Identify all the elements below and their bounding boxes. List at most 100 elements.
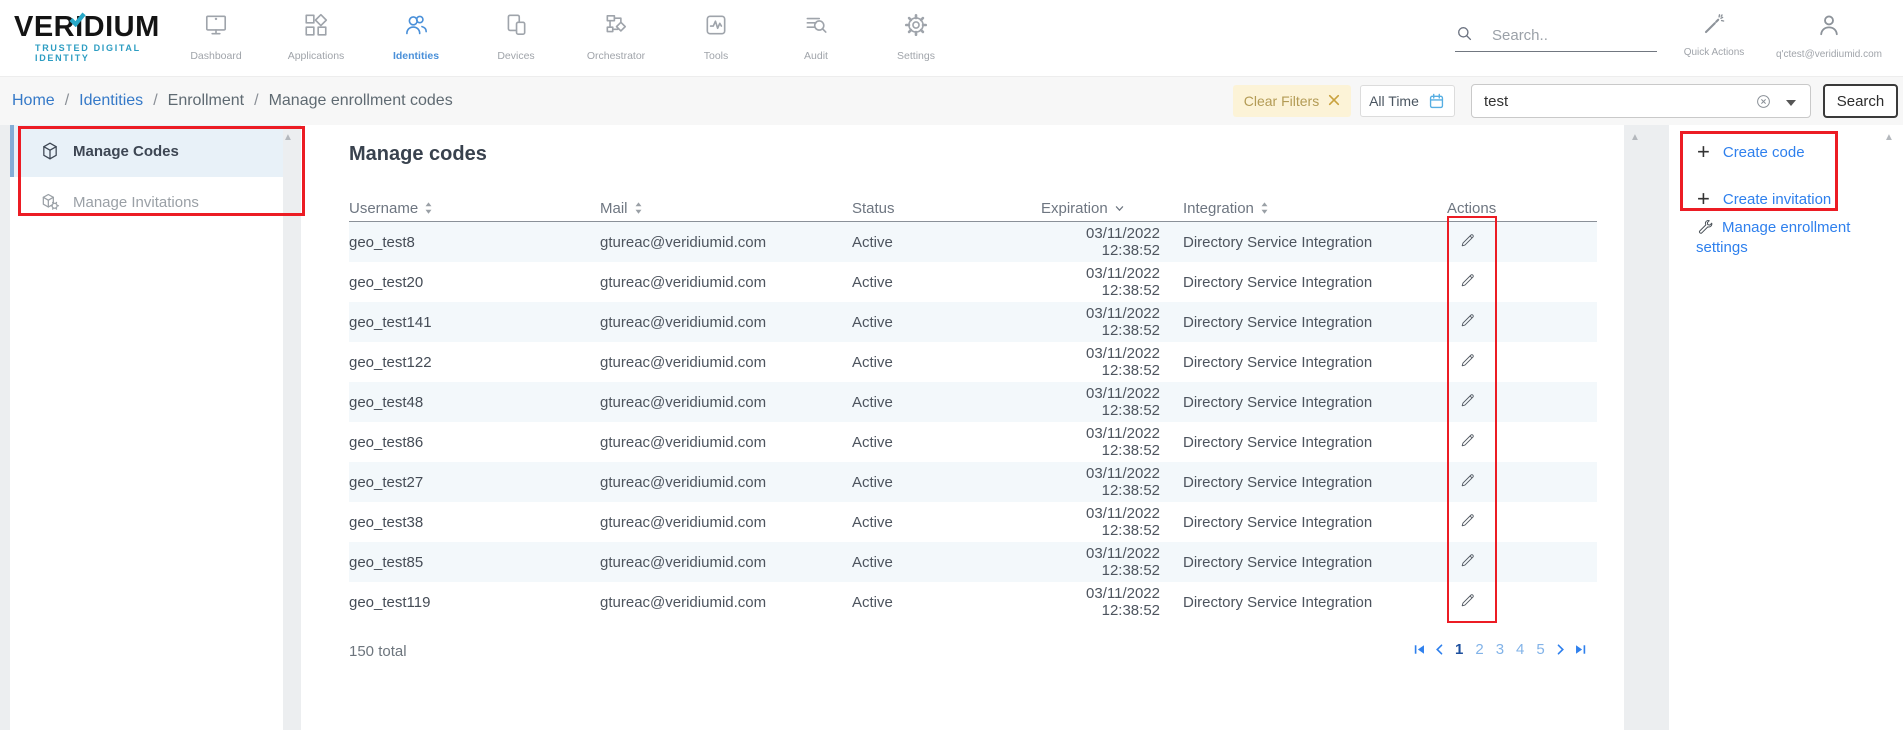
- scroll-up-arrow[interactable]: ▲: [1884, 132, 1894, 143]
- edit-pencil-icon[interactable]: [1459, 472, 1476, 489]
- user-icon: [1816, 12, 1842, 43]
- edit-pencil-icon[interactable]: [1459, 272, 1476, 289]
- first-page-button[interactable]: [1413, 643, 1426, 656]
- page-number-2[interactable]: 2: [1473, 641, 1485, 658]
- brand-logo[interactable]: VERIDIUM TRUSTED DIGITAL IDENTITY: [14, 12, 174, 63]
- plus-icon: +: [1697, 142, 1710, 162]
- column-header-mail[interactable]: Mail: [600, 200, 852, 217]
- cell-mail: gtureac@veridiumid.com: [600, 554, 852, 571]
- close-icon: [1328, 93, 1340, 109]
- sidebar-item-manage-codes[interactable]: Manage Codes: [10, 125, 283, 177]
- breadcrumb: Home/Identities/Enrollment/Manage enroll…: [12, 77, 453, 125]
- table-row: geo_test119gtureac@veridiumid.comActive0…: [349, 582, 1597, 622]
- next-page-button[interactable]: [1554, 643, 1567, 656]
- cell-username: geo_test119: [349, 594, 600, 611]
- last-page-button[interactable]: [1574, 643, 1587, 656]
- column-header-integration[interactable]: Integration: [1183, 200, 1447, 217]
- table-row: geo_test48gtureac@veridiumid.comActive03…: [349, 382, 1597, 422]
- breadcrumb-item-home[interactable]: Home: [12, 92, 55, 110]
- nav-item-applications[interactable]: Applications: [266, 0, 366, 77]
- column-header-status: Status: [852, 200, 1041, 217]
- cell-username: geo_test48: [349, 394, 600, 411]
- column-header-actions: Actions: [1447, 200, 1597, 217]
- edit-pencil-icon[interactable]: [1459, 312, 1476, 329]
- cell-username: geo_test38: [349, 514, 600, 531]
- cell-integration: Directory Service Integration: [1183, 474, 1447, 491]
- column-label: Status: [852, 200, 895, 217]
- edit-pencil-icon[interactable]: [1459, 512, 1476, 529]
- cell-mail: gtureac@veridiumid.com: [600, 234, 852, 251]
- global-search-input[interactable]: [1492, 27, 1642, 44]
- left-sidebar: Manage Codes Manage Invitations: [10, 125, 283, 730]
- main-panel: Manage codes UsernameMailStatusExpiratio…: [301, 125, 1624, 730]
- edit-pencil-icon[interactable]: [1459, 552, 1476, 569]
- sort-both-icon: [634, 201, 643, 215]
- cell-integration: Directory Service Integration: [1183, 274, 1447, 291]
- nav-item-orchestrator[interactable]: Orchestrator: [566, 0, 666, 77]
- clear-input-icon[interactable]: [1755, 93, 1772, 110]
- create-invitation-link[interactable]: +Create invitation: [1697, 189, 1831, 209]
- cell-username: geo_test122: [349, 354, 600, 371]
- orchestrator-icon: [603, 12, 629, 43]
- column-header-username[interactable]: Username: [349, 200, 600, 217]
- identities-icon: [403, 12, 429, 43]
- plus-icon: +: [1697, 189, 1710, 209]
- create-code-link[interactable]: +Create code: [1697, 142, 1805, 162]
- cell-integration: Directory Service Integration: [1183, 514, 1447, 531]
- codes-table: UsernameMailStatusExpirationIntegrationA…: [349, 195, 1597, 622]
- manage-enrollment-settings-link[interactable]: Manage enrollment settings: [1696, 215, 1862, 258]
- nav-item-dashboard[interactable]: Dashboard: [166, 0, 266, 77]
- nav-label: Tools: [704, 50, 729, 62]
- search-button[interactable]: Search: [1823, 84, 1898, 118]
- total-count: 150 total: [349, 643, 407, 660]
- page-number-1[interactable]: 1: [1453, 641, 1465, 658]
- nav-item-audit[interactable]: Audit: [766, 0, 866, 77]
- nav-item-settings[interactable]: Settings: [866, 0, 966, 77]
- cell-mail: gtureac@veridiumid.com: [600, 274, 852, 291]
- page-number-4[interactable]: 4: [1514, 641, 1526, 658]
- scroll-up-arrow[interactable]: ▲: [1630, 132, 1640, 143]
- scroll-up-arrow[interactable]: ▲: [283, 132, 293, 143]
- clear-filters-button[interactable]: Clear Filters: [1233, 85, 1351, 117]
- page-number-3[interactable]: 3: [1494, 641, 1506, 658]
- quick-actions-label: Quick Actions: [1684, 47, 1745, 58]
- edit-pencil-icon[interactable]: [1459, 432, 1476, 449]
- dashboard-icon: [203, 12, 229, 43]
- cell-expiration: 03/11/2022 12:38:52: [1041, 585, 1183, 619]
- page-number-5[interactable]: 5: [1534, 641, 1546, 658]
- edit-pencil-icon[interactable]: [1459, 592, 1476, 609]
- cell-status: Active: [852, 394, 1041, 411]
- chevron-down-icon[interactable]: [1786, 100, 1796, 106]
- column-label: Mail: [600, 200, 628, 217]
- column-label: Username: [349, 200, 418, 217]
- right-panel: +Create code +Create invitation Manage en…: [1669, 125, 1903, 730]
- settings-icon: [903, 12, 929, 43]
- prev-page-button[interactable]: [1433, 643, 1446, 656]
- edit-pencil-icon[interactable]: [1459, 232, 1476, 249]
- sidebar-item-manage-invitations[interactable]: Manage Invitations: [10, 182, 283, 222]
- cell-username: geo_test27: [349, 474, 600, 491]
- cell-expiration: 03/11/2022 12:38:52: [1041, 545, 1183, 579]
- user-menu[interactable]: q'ctest@veridiumid.com: [1756, 12, 1902, 60]
- nav-item-tools[interactable]: Tools: [666, 0, 766, 77]
- column-header-expiration[interactable]: Expiration: [1041, 200, 1183, 217]
- cell-username: geo_test20: [349, 274, 600, 291]
- breadcrumb-bar: Home/Identities/Enrollment/Manage enroll…: [0, 77, 1903, 125]
- quick-actions-button[interactable]: Quick Actions: [1682, 12, 1746, 58]
- date-range-label: All Time: [1369, 93, 1419, 109]
- edit-pencil-icon[interactable]: [1459, 352, 1476, 369]
- nav-item-identities[interactable]: Identities: [366, 0, 466, 77]
- filter-search-field: [1471, 84, 1811, 118]
- cell-expiration: 03/11/2022 12:38:52: [1041, 305, 1183, 339]
- wrench-icon: [1696, 218, 1713, 235]
- devices-icon: [503, 12, 529, 43]
- date-range-filter[interactable]: All Time: [1360, 85, 1455, 117]
- table-row: geo_test141gtureac@veridiumid.comActive0…: [349, 302, 1597, 342]
- breadcrumb-item-identities[interactable]: Identities: [79, 92, 143, 110]
- nav-item-devices[interactable]: Devices: [466, 0, 566, 77]
- edit-pencil-icon[interactable]: [1459, 392, 1476, 409]
- cell-username: geo_test86: [349, 434, 600, 451]
- sort-both-icon: [1260, 201, 1269, 215]
- cell-username: geo_test85: [349, 554, 600, 571]
- cell-status: Active: [852, 274, 1041, 291]
